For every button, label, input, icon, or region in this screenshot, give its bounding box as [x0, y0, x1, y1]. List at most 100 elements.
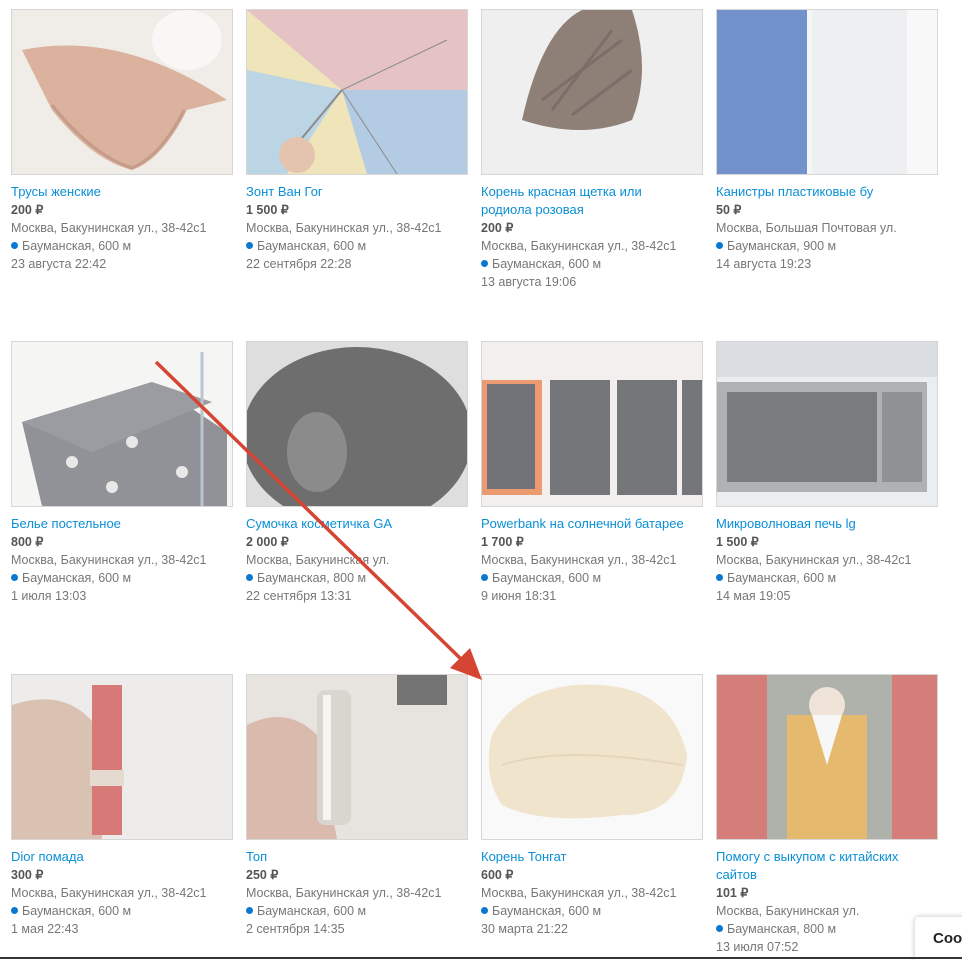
listing-photo[interactable] — [716, 341, 938, 507]
metro-label: Бауманская, 800 м — [727, 922, 837, 936]
listing-price: 200 ₽ — [481, 221, 514, 235]
listing-card[interactable]: Топ 250 ₽ Москва, Бакунинская ул., 38-42… — [246, 674, 468, 938]
listing-title[interactable]: Корень Тонгат — [481, 848, 691, 866]
listing-photo[interactable] — [246, 9, 468, 175]
listing-price: 101 ₽ — [716, 886, 749, 900]
listing-address: Москва, Большая Почтовая ул. — [716, 221, 897, 235]
listing-metro: Бауманская, 600 м — [716, 569, 938, 587]
listing-card[interactable]: Powerbank на солнечной батарее 1 700 ₽ М… — [481, 341, 703, 605]
listing-title[interactable]: Трусы женские — [11, 183, 221, 201]
listing-card[interactable]: Сумочка косметичка GA 2 000 ₽ Москва, Ба… — [246, 341, 468, 605]
listing-title[interactable]: Powerbank на солнечной батарее — [481, 515, 691, 533]
listing-photo[interactable] — [716, 9, 938, 175]
listing-metro: Бауманская, 600 м — [11, 569, 233, 587]
listing-title[interactable]: Белье постельное — [11, 515, 221, 533]
listing-title[interactable]: Микроволновая печь lg — [716, 515, 926, 533]
listing-metro: Бауманская, 600 м — [11, 902, 233, 920]
metro-dot-icon — [246, 242, 253, 249]
listing-address: Москва, Бакунинская ул., 38-42с1 — [246, 886, 442, 900]
listing-metro: Бауманская, 600 м — [481, 255, 703, 273]
listing-title[interactable]: Dior помада — [11, 848, 221, 866]
listing-date: 13 июля 07:52 — [716, 940, 799, 954]
listing-price: 600 ₽ — [481, 868, 514, 882]
listing-title[interactable]: Канистры пластиковые бу — [716, 183, 926, 201]
listing-card[interactable]: Канистры пластиковые бу 50 ₽ Москва, Бол… — [716, 9, 938, 273]
listing-address: Москва, Бакунинская ул. — [246, 553, 390, 567]
listing-card[interactable]: Помогу с выкупом с китайских сайтов 101 … — [716, 674, 938, 956]
metro-dot-icon — [481, 574, 488, 581]
metro-dot-icon — [481, 907, 488, 914]
listing-card[interactable]: Корень Тонгат 600 ₽ Москва, Бакунинская … — [481, 674, 703, 938]
metro-dot-icon — [11, 907, 18, 914]
listing-card[interactable]: Белье постельное 800 ₽ Москва, Бакунинск… — [11, 341, 233, 605]
listing-date: 30 марта 21:22 — [481, 922, 568, 936]
listing-photo[interactable] — [11, 9, 233, 175]
metro-dot-icon — [716, 574, 723, 581]
listing-title[interactable]: Сумочка косметичка GA — [246, 515, 456, 533]
metro-label: Бауманская, 600 м — [492, 257, 602, 271]
listing-metro: Бауманская, 800 м — [246, 569, 468, 587]
listing-metro: Бауманская, 800 м — [716, 920, 938, 938]
listing-card[interactable]: Зонт Ван Гог 1 500 ₽ Москва, Бакунинская… — [246, 9, 468, 273]
metro-dot-icon — [481, 260, 488, 267]
listing-address: Москва, Бакунинская ул., 38-42с1 — [246, 221, 442, 235]
listing-address: Москва, Бакунинская ул., 38-42с1 — [481, 886, 677, 900]
listing-date: 22 сентября 13:31 — [246, 589, 352, 603]
listing-title[interactable]: Корень красная щетка или родиола розовая — [481, 183, 691, 219]
metro-label: Бауманская, 900 м — [727, 239, 837, 253]
listing-title[interactable]: Зонт Ван Гог — [246, 183, 456, 201]
listing-price: 1 500 ₽ — [716, 535, 759, 549]
listing-title[interactable]: Топ — [246, 848, 456, 866]
listing-title[interactable]: Помогу с выкупом с китайских сайтов — [716, 848, 926, 884]
listing-card[interactable]: Dior помада 300 ₽ Москва, Бакунинская ул… — [11, 674, 233, 938]
listing-price: 200 ₽ — [11, 203, 44, 217]
listing-photo[interactable] — [11, 674, 233, 840]
listing-photo[interactable] — [481, 674, 703, 840]
listing-photo[interactable] — [716, 674, 938, 840]
listing-date: 2 сентября 14:35 — [246, 922, 345, 936]
listing-date: 1 июля 13:03 — [11, 589, 87, 603]
listing-price: 1 500 ₽ — [246, 203, 289, 217]
metro-label: Бауманская, 600 м — [22, 239, 132, 253]
metro-label: Бауманская, 600 м — [22, 904, 132, 918]
cookie-banner-label: Coo — [933, 930, 962, 947]
listing-card[interactable]: Корень красная щетка или родиола розовая… — [481, 9, 703, 291]
cookie-banner[interactable]: Coo — [915, 917, 962, 960]
bottom-divider — [0, 957, 962, 959]
metro-dot-icon — [11, 574, 18, 581]
listing-address: Москва, Бакунинская ул., 38-42с1 — [716, 553, 912, 567]
metro-label: Бауманская, 600 м — [257, 904, 367, 918]
listing-photo[interactable] — [481, 9, 703, 175]
listing-date: 1 мая 22:43 — [11, 922, 79, 936]
listing-price: 50 ₽ — [716, 203, 742, 217]
listing-photo[interactable] — [246, 341, 468, 507]
metro-dot-icon — [246, 574, 253, 581]
listing-metro: Бауманская, 600 м — [11, 237, 233, 255]
listing-metro: Бауманская, 600 м — [246, 237, 468, 255]
listing-metro: Бауманская, 600 м — [481, 902, 703, 920]
listing-metro: Бауманская, 600 м — [246, 902, 468, 920]
listing-card[interactable]: Микроволновая печь lg 1 500 ₽ Москва, Ба… — [716, 341, 938, 605]
listing-metro: Бауманская, 900 м — [716, 237, 938, 255]
listing-date: 14 августа 19:23 — [716, 257, 812, 271]
metro-label: Бауманская, 600 м — [492, 904, 602, 918]
listing-price: 800 ₽ — [11, 535, 44, 549]
listing-photo[interactable] — [11, 341, 233, 507]
listing-date: 23 августа 22:42 — [11, 257, 107, 271]
listing-date: 9 июня 18:31 — [481, 589, 557, 603]
listing-card[interactable]: Трусы женские 200 ₽ Москва, Бакунинская … — [11, 9, 233, 273]
metro-dot-icon — [716, 925, 723, 932]
metro-dot-icon — [246, 907, 253, 914]
metro-dot-icon — [11, 242, 18, 249]
listing-address: Москва, Бакунинская ул., 38-42с1 — [11, 886, 207, 900]
listing-date: 14 мая 19:05 — [716, 589, 791, 603]
listing-address: Москва, Бакунинская ул., 38-42с1 — [11, 221, 207, 235]
metro-label: Бауманская, 600 м — [727, 571, 837, 585]
listing-photo[interactable] — [481, 341, 703, 507]
listing-photo[interactable] — [246, 674, 468, 840]
listing-price: 250 ₽ — [246, 868, 279, 882]
listing-price: 2 000 ₽ — [246, 535, 289, 549]
metro-dot-icon — [716, 242, 723, 249]
listing-date: 22 сентября 22:28 — [246, 257, 352, 271]
listing-price: 1 700 ₽ — [481, 535, 524, 549]
